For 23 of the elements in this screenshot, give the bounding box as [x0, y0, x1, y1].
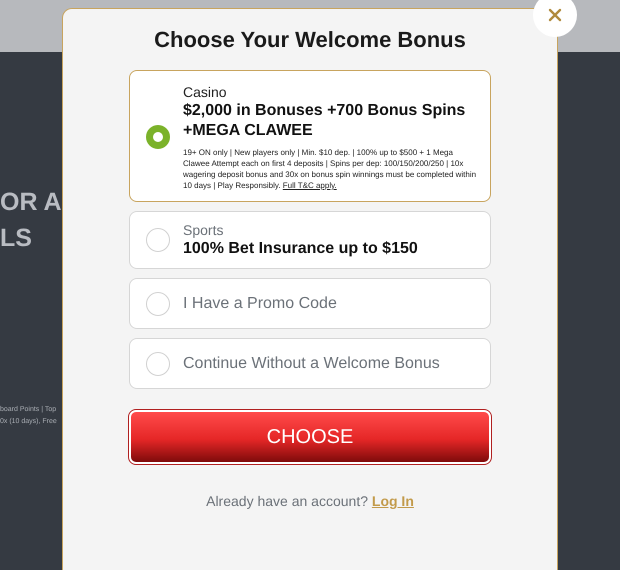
close-icon	[548, 8, 562, 22]
bonus-option[interactable]	[129, 70, 491, 202]
radio-button[interactable]	[146, 352, 170, 376]
headline-text: OR A	[0, 187, 62, 218]
bonus-option[interactable]: Continue Without a Welcome Bonus	[129, 338, 491, 389]
dialog-title: Choose Your Welcome Bonus	[154, 27, 466, 53]
terms-text: 19+ ON only | New players only | Min. $10 dep. | 100% up to $500 + 1 Mega Clawee Attempt each on first 4 deposits | Spins per dep: 100/150/200/250 | 10x wagering deposit bonus and 30x on bonus spin winnings must be completed within 10 days | Play Responsibly. Full T&C apply.	[183, 147, 478, 191]
choose-button[interactable]: CHOOSE	[129, 410, 491, 464]
option-label: Continue Without a Welcome Bonus	[183, 354, 440, 372]
option-category: Casino	[183, 83, 228, 101]
terms-link[interactable]: Full T&C apply.	[282, 181, 337, 190]
bonus-option[interactable]: I Have a Promo Code	[129, 278, 491, 329]
option-headline: $2,000 in Bonuses +700 Bonus Spins +MEGA CLAWEE	[183, 101, 466, 141]
login-prompt: Already have an account? Log In	[206, 493, 414, 509]
radio-button[interactable]	[146, 228, 170, 252]
option-headline: 100% Bet Insurance up to $150	[183, 239, 418, 259]
radio-button[interactable]	[146, 125, 170, 149]
radio-button[interactable]	[146, 292, 170, 316]
bonus-option[interactable]: Sports 100% Bet Insurance up to $150	[129, 211, 491, 269]
headline-text: LS	[0, 223, 33, 254]
option-label: I Have a Promo Code	[183, 294, 337, 312]
close-button[interactable]	[533, 0, 577, 37]
option-category: Sports	[183, 221, 224, 239]
